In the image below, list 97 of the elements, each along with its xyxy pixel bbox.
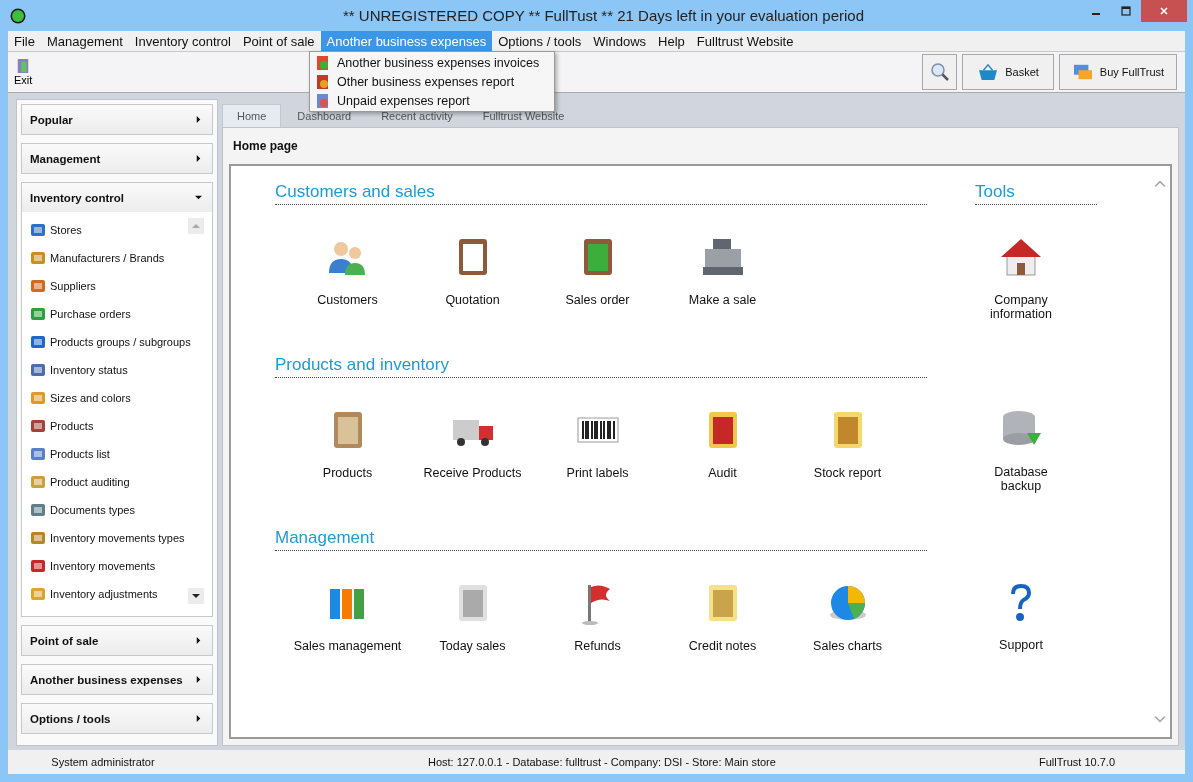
document-icon (315, 73, 331, 90)
app-icon (10, 7, 26, 24)
sidebar-item[interactable]: Products groups / subgroups (22, 328, 212, 356)
sidebar-item[interactable]: Product auditing (22, 468, 212, 496)
sidebar-item[interactable]: Inventory movements types (22, 524, 212, 552)
credit-card-icon (1071, 63, 1094, 81)
menu-item[interactable]: Management (40, 31, 129, 51)
home-shortcut[interactable]: Audit (660, 406, 785, 506)
menu-item[interactable]: Point of sale (236, 31, 321, 51)
home-shortcut[interactable]: Receive Products (410, 406, 535, 506)
section-heading: Management (275, 528, 927, 551)
up-arrow-icon (192, 222, 200, 230)
menu-item[interactable]: Windows (587, 31, 653, 51)
item-icon (30, 530, 46, 546)
caret-icon (195, 155, 202, 162)
document-icon (315, 92, 331, 109)
item-icon (30, 446, 46, 462)
status-connection: Host: 127.0.0.1 - Database: fulltrust - Company: DSI - Store: Main store (428, 756, 776, 768)
sidebar-item[interactable]: Sizes and colors (22, 384, 212, 412)
basket-button[interactable]: Basket (962, 54, 1054, 90)
scroll-up-button[interactable] (188, 218, 204, 234)
dropdown-item[interactable]: Another business expenses invoices (310, 53, 554, 72)
sidebar-item[interactable]: Suppliers (22, 272, 212, 300)
buy-button[interactable]: Buy FullTrust (1059, 54, 1177, 90)
sidebar-item[interactable]: Inventory adjustments (22, 580, 212, 608)
home-shortcut[interactable]: Sales charts (785, 579, 910, 679)
item-icon (30, 306, 46, 322)
home-shortcut[interactable]: Support (975, 578, 1067, 678)
item-icon (30, 222, 46, 238)
item-icon (30, 418, 46, 434)
home-shortcut[interactable]: Sales management (285, 579, 410, 679)
menu-item[interactable]: File (8, 31, 41, 51)
home-shortcut[interactable]: Quotation (410, 233, 535, 333)
home-shortcut[interactable]: Products (285, 406, 410, 506)
sidebar-item[interactable]: Products list (22, 440, 212, 468)
sidebar-item[interactable]: Products (22, 412, 212, 440)
page-title: Home page (232, 138, 299, 155)
item-icon (30, 558, 46, 574)
down-arrow-icon (192, 592, 200, 600)
section-heading: Products and inventory (275, 355, 927, 378)
exit-button[interactable]: Exit (8, 56, 39, 88)
status-user: System administrator (50, 756, 156, 768)
menu-item[interactable]: Help (652, 31, 691, 51)
document-icon (315, 54, 331, 71)
home-shortcut[interactable]: Database backup (975, 405, 1067, 505)
sidebar-header[interactable]: Management (22, 144, 212, 173)
sidebar-header[interactable]: Inventory control (22, 183, 212, 212)
caret-icon (195, 194, 202, 201)
sidebar-item[interactable]: Manufacturers / Brands (22, 244, 212, 272)
item-icon (30, 390, 46, 406)
section-heading: Customers and sales (275, 182, 927, 205)
sidebar-header[interactable]: Another business expenses (22, 665, 212, 694)
home-shortcut[interactable]: Refunds (535, 579, 660, 679)
dropdown-item[interactable]: Unpaid expenses report (310, 91, 554, 110)
basket-icon (977, 63, 1000, 81)
sidebar-item[interactable]: Inventory status (22, 356, 212, 384)
menu-item[interactable]: Fulltrust Website (690, 31, 800, 51)
sidebar-item[interactable]: Stores (22, 216, 212, 244)
home-shortcut[interactable]: Print labels (535, 406, 660, 506)
item-icon (30, 362, 46, 378)
item-icon (30, 278, 46, 294)
item-icon (30, 586, 46, 602)
close-icon (1159, 6, 1169, 16)
search-button[interactable] (922, 54, 957, 90)
home-shortcut[interactable]: Customers (285, 233, 410, 333)
home-shortcut[interactable]: Make a sale (660, 233, 785, 333)
status-version: FullTrust 10.7.0 (1039, 756, 1115, 768)
tab[interactable]: Home (222, 104, 282, 127)
item-icon (30, 334, 46, 350)
menu-item[interactable]: Options / tools (492, 31, 588, 51)
sidebar-item[interactable]: Documents types (22, 496, 212, 524)
caret-icon (195, 715, 202, 722)
section-heading: Tools (975, 182, 1097, 205)
home-shortcut[interactable]: Company information (975, 233, 1067, 333)
home-shortcut[interactable]: Stock report (785, 406, 910, 506)
door-icon (16, 58, 31, 74)
search-icon (929, 62, 950, 82)
home-shortcut[interactable]: Credit notes (660, 579, 785, 679)
sidebar-item[interactable]: Inventory movements (22, 552, 212, 580)
home-shortcut[interactable]: Today sales (410, 579, 535, 679)
item-icon (30, 502, 46, 518)
close-button[interactable] (1141, 0, 1187, 22)
item-icon (30, 250, 46, 266)
caret-icon (195, 116, 202, 123)
maximize-icon[interactable] (1121, 6, 1131, 16)
sidebar-header[interactable]: Popular (22, 105, 212, 134)
caret-icon (195, 637, 202, 644)
scroll-down-button[interactable] (188, 588, 204, 604)
sidebar-item[interactable]: Purchase orders (22, 300, 212, 328)
caret-icon (195, 676, 202, 683)
home-shortcut[interactable]: Sales order (535, 233, 660, 333)
window-title: ** UNREGISTERED COPY ** FullTust ** 21 Days left in your evaluation period (341, 7, 865, 24)
sidebar-header[interactable]: Point of sale (22, 626, 212, 655)
sidebar-header[interactable]: Options / tools (22, 704, 212, 733)
menu-item[interactable]: Inventory control (128, 31, 237, 51)
dropdown-item[interactable]: Other business expenses report (310, 72, 554, 91)
item-icon (30, 474, 46, 490)
